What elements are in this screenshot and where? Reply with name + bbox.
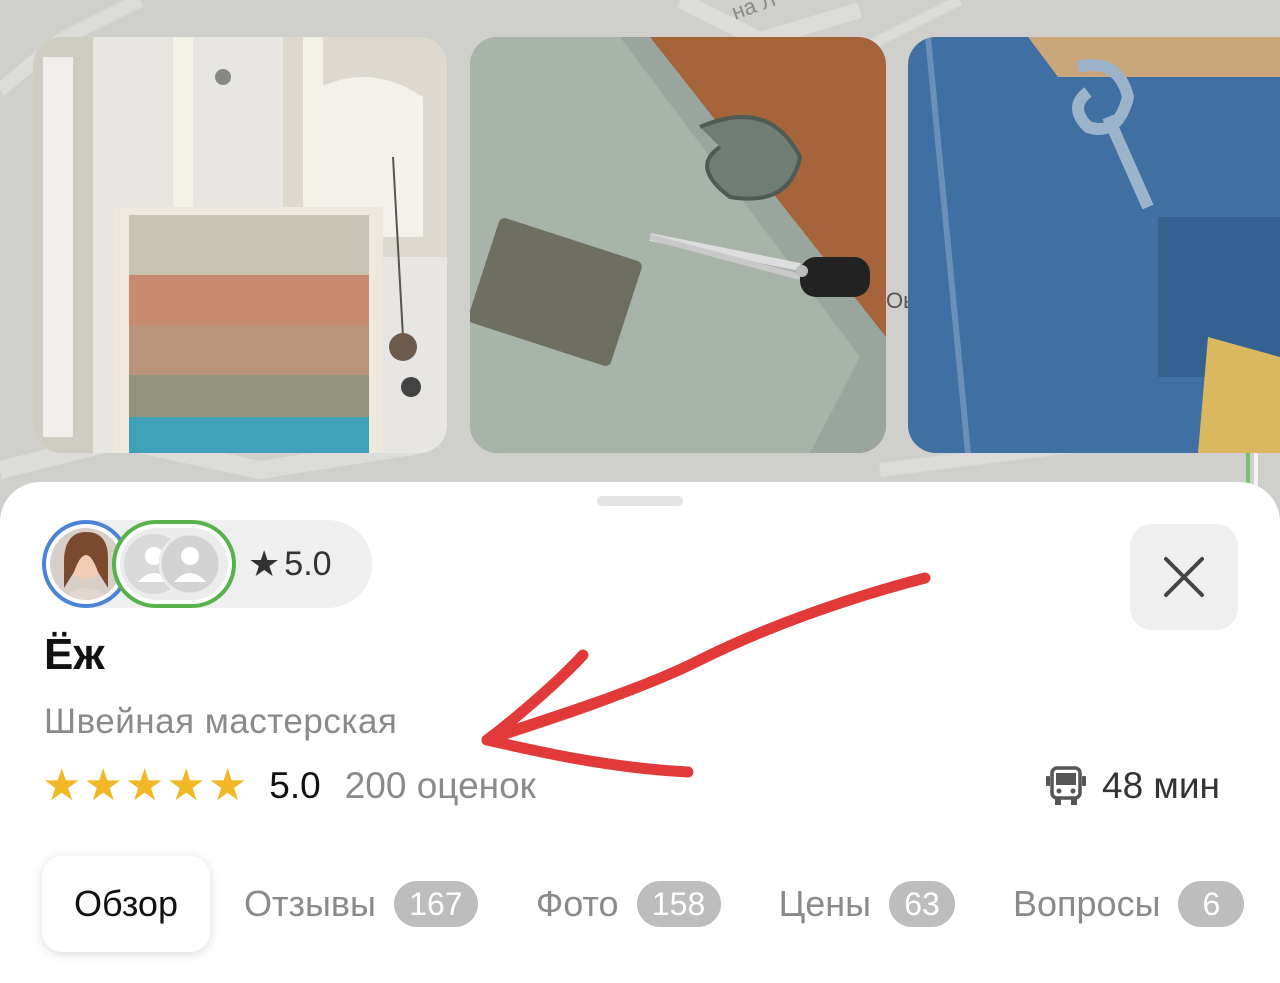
sheet-grabber-handle[interactable]: [597, 496, 683, 506]
reviewers-rating-pill[interactable]: ★ 5.0: [42, 520, 372, 608]
pill-rating: ★ 5.0: [248, 542, 332, 586]
tab-label: Фото: [535, 883, 619, 924]
tab-label: Отзывы: [243, 883, 376, 924]
tab-prices[interactable]: Цены 63: [779, 856, 955, 952]
close-button[interactable]: [1130, 524, 1238, 630]
count-badge: 167: [393, 881, 478, 927]
rating-stars: ★ ★ ★ ★ ★: [42, 764, 247, 808]
place-card-sheet: ★ 5.0 Ёж Швейная мастерская ★ ★ ★ ★ ★ 5.…: [0, 482, 1280, 983]
tab-bar: Обзор Отзывы 167 Фото 158 Цены 63 Вопрос…: [42, 856, 1280, 952]
transit-info[interactable]: 48 мин: [1044, 762, 1220, 810]
close-icon: [1164, 557, 1204, 597]
star-icon: ★: [248, 543, 281, 584]
tab-label: Цены: [778, 883, 871, 924]
star-icon: ★: [166, 761, 206, 810]
tab-label: Обзор: [74, 883, 178, 924]
tab-questions[interactable]: Вопросы 6: [1013, 856, 1245, 952]
rating-value: 5.0: [269, 765, 321, 806]
rating-row[interactable]: ★ ★ ★ ★ ★ 5.0 200 оценок: [42, 762, 536, 810]
anonymous-avatars[interactable]: [112, 520, 236, 608]
photo-tote-bag[interactable]: [33, 37, 447, 453]
pill-rating-value: 5.0: [284, 544, 332, 583]
place-category: Швейная мастерская: [44, 702, 398, 741]
photo-denim[interactable]: [908, 37, 1280, 453]
tab-overview[interactable]: Обзор: [42, 856, 210, 952]
star-icon: ★: [83, 761, 123, 810]
tab-photos[interactable]: Фото 158: [536, 856, 721, 952]
transit-time: 48 мин: [1102, 765, 1220, 806]
tab-reviews[interactable]: Отзывы 167: [244, 856, 478, 952]
count-badge: 6: [1178, 881, 1245, 927]
photo-jeans-scissors[interactable]: [470, 37, 886, 453]
star-icon: ★: [207, 761, 248, 810]
place-name: Ёж: [44, 630, 105, 679]
star-icon: ★: [124, 761, 165, 810]
count-badge: 63: [889, 881, 955, 927]
photo-carousel[interactable]: [33, 37, 1280, 453]
tab-label: Вопросы: [1013, 883, 1161, 924]
rating-count: 200 оценок: [344, 765, 536, 806]
star-icon: ★: [42, 761, 82, 810]
count-badge: 158: [636, 881, 721, 927]
bus-icon: [1046, 766, 1086, 805]
